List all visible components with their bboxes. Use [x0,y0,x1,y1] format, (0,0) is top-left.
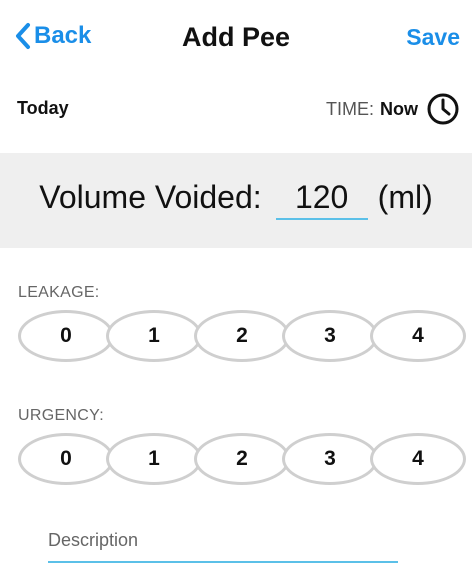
description-field[interactable]: Description [48,530,138,551]
urgency-option-3[interactable]: 3 [282,433,378,485]
leakage-label: LEAKAGE: [18,284,100,301]
urgency-option-0[interactable]: 0 [18,433,114,485]
description-underline [48,561,398,563]
volume-row: Volume Voided: (ml) [0,179,472,220]
urgency-option-2[interactable]: 2 [194,433,290,485]
leakage-option-0[interactable]: 0 [18,310,114,362]
time-value: Now [380,98,418,119]
time-picker[interactable]: TIME: Now [326,92,460,126]
volume-panel: Volume Voided: (ml) [0,153,472,248]
leakage-option-1[interactable]: 1 [106,310,202,362]
volume-label: Volume Voided: [39,179,262,215]
leakage-option-2[interactable]: 2 [194,310,290,362]
urgency-option-4[interactable]: 4 [370,433,466,485]
urgency-label: URGENCY: [18,407,104,424]
urgency-scale: 0 1 2 3 4 [18,433,466,487]
leakage-scale: 0 1 2 3 4 [18,310,466,364]
time-prefix-label: TIME: [326,98,374,119]
nav-bar: Back Add Pee Save [0,0,472,80]
leakage-option-4[interactable]: 4 [370,310,466,362]
urgency-option-1[interactable]: 1 [106,433,202,485]
date-label[interactable]: Today [17,98,69,119]
page-title: Add Pee [181,22,291,52]
date-time-row: Today TIME: Now [0,80,472,138]
volume-input[interactable] [275,179,368,220]
leakage-option-3[interactable]: 3 [282,310,378,362]
save-button[interactable]: Save [406,24,460,51]
volume-unit: (ml) [377,179,433,215]
clock-icon[interactable] [426,92,460,126]
